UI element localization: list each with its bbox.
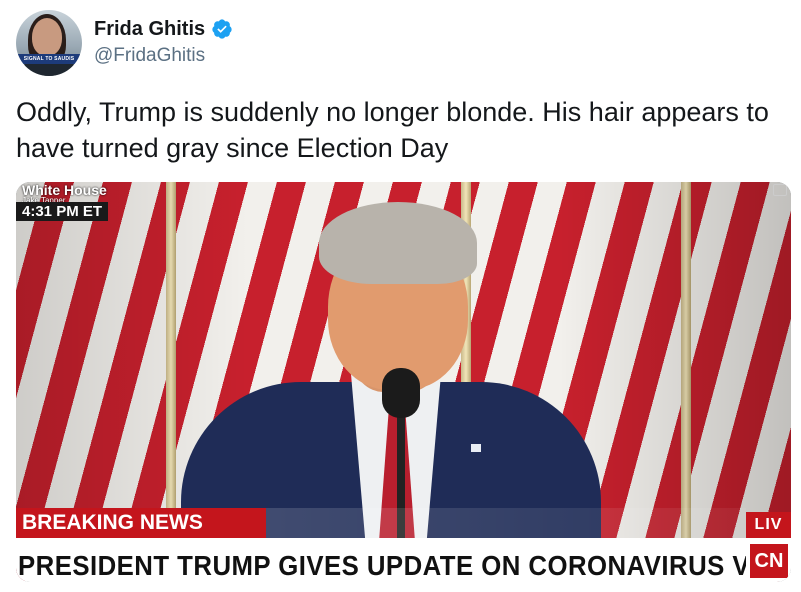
verified-badge-icon [212, 19, 232, 39]
tweet-text: Oddly, Trump is suddenly no longer blond… [16, 97, 769, 163]
banner-strip [266, 508, 746, 538]
microphone-icon [382, 368, 420, 418]
name-row: Frida Ghitis [94, 16, 233, 42]
avatar-face [32, 18, 62, 56]
tweet-card: SIGNAL TO SAUDIS Frida Ghitis @FridaGhit… [0, 0, 801, 592]
handle[interactable]: @FridaGhitis [94, 45, 205, 67]
speaker-hair [319, 202, 477, 284]
ticker-text: PRESIDENT TRUMP GIVES UPDATE ON CORONAVI… [18, 550, 746, 581]
display-name[interactable]: Frida Ghitis [94, 18, 205, 41]
network-logo-text: CN [750, 544, 788, 578]
avatar-chyron: SIGNAL TO SAUDIS [16, 54, 82, 64]
broadcast-time: 4:31 PM ET [16, 202, 109, 221]
avatar[interactable]: SIGNAL TO SAUDIS [16, 10, 82, 76]
expand-icon[interactable] [773, 184, 787, 196]
breaking-news-banner: BREAKING NEWS [16, 508, 266, 538]
live-badge: LIV [746, 512, 791, 538]
flag-pin [471, 444, 481, 452]
tweet-media[interactable]: White House Jake Tapper 4:31 PM ET BREAK… [16, 182, 791, 582]
news-ticker: PRESIDENT TRUMP GIVES UPDATE ON CORONAVI… [16, 538, 746, 582]
network-logo-icon: CN [746, 538, 791, 582]
